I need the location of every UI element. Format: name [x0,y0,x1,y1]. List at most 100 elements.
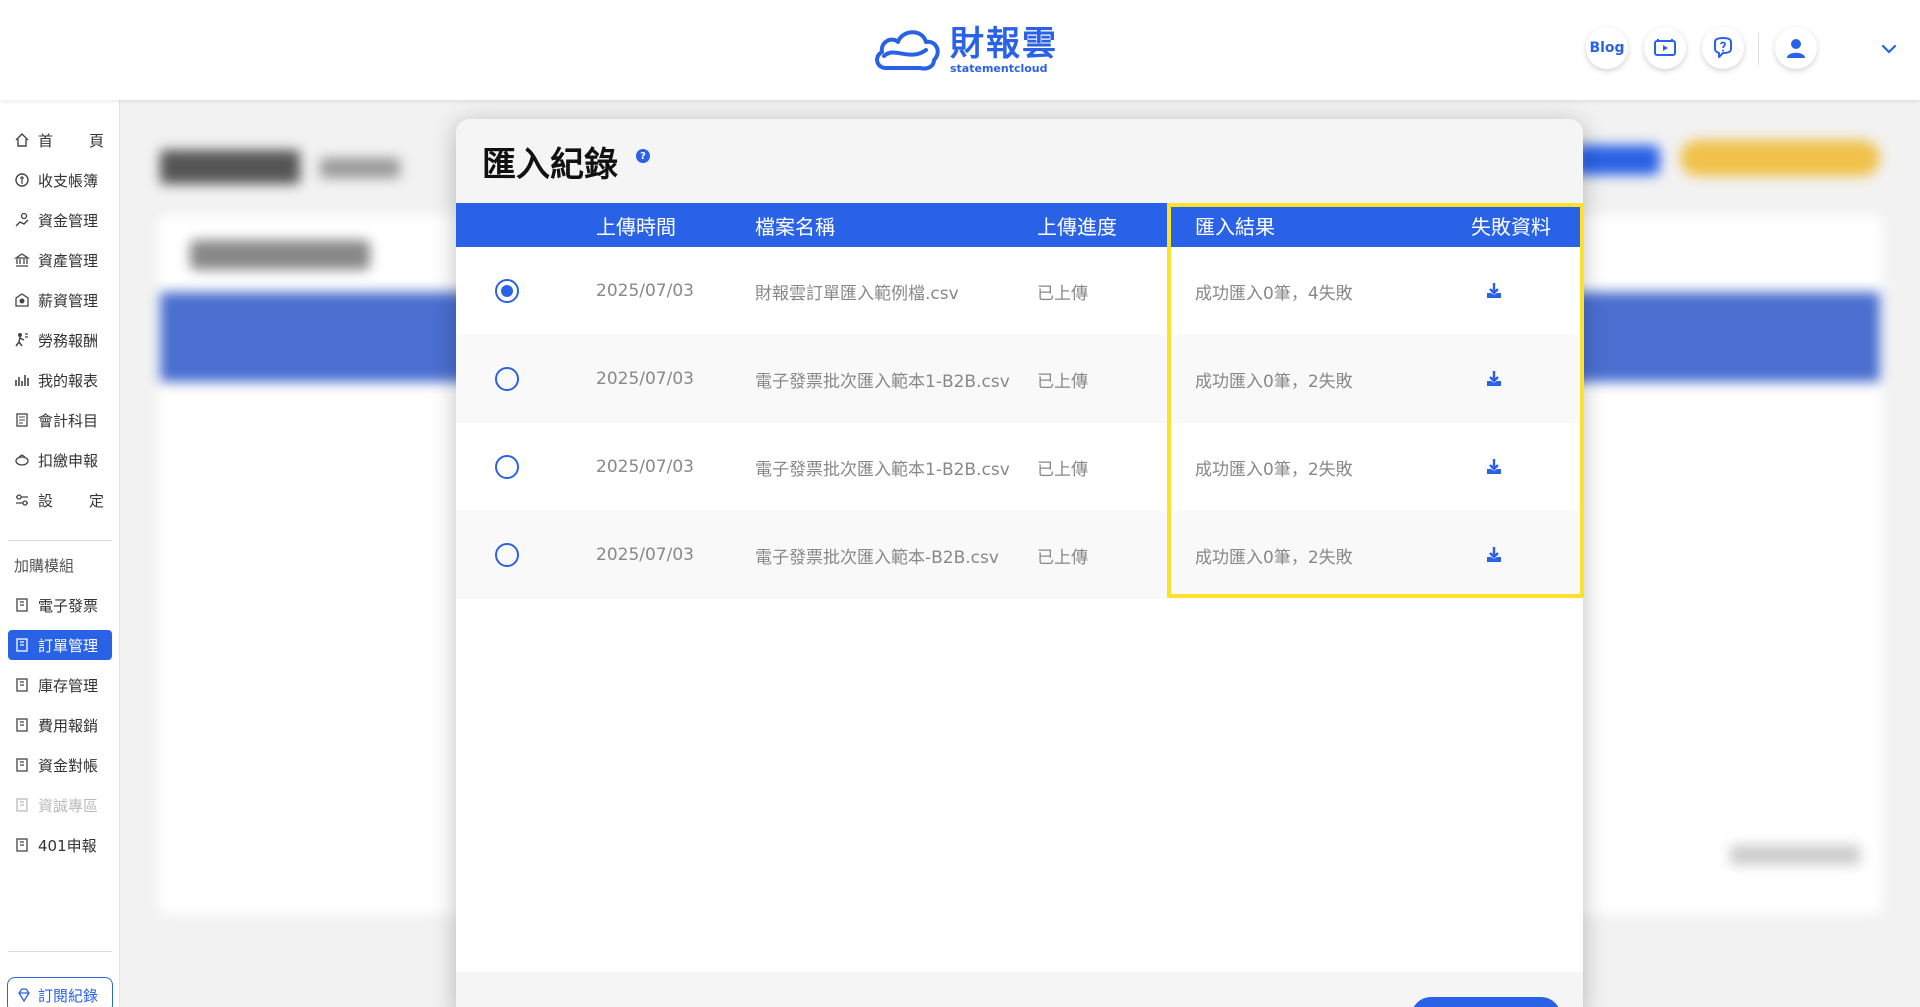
file-name-cell: 電子發票批次匯入範本1-B2B.csv [755,371,1010,392]
upload-progress-cell: 已上傳 [1037,371,1088,392]
sidebar-item-inventory[interactable]: 庫存管理 [8,670,112,700]
file-name-cell: 電子發票批次匯入範本-B2B.csv [755,547,999,568]
column-header-upload-time: 上傳時間 [596,214,676,239]
sidebar-item-label: 電子發票 [38,596,99,615]
coin-icon [15,173,29,187]
download-icon[interactable] [1484,281,1504,301]
sidebar-item-reconcile[interactable]: 資金對帳 [8,750,112,780]
video-tutorial-button[interactable] [1644,27,1686,69]
modal-confirm-button[interactable] [1411,997,1561,1007]
upload-time-cell: 2025/07/03 [596,369,694,389]
blurred-pagination [1730,845,1860,865]
download-icon[interactable] [1484,457,1504,477]
sidebar-item-labor[interactable]: 勞務報酬 [8,325,112,355]
logo[interactable]: 財報雲 statementcloud [870,22,1058,78]
sidebar-item-payroll[interactable]: 薪資管理 [8,285,112,315]
chat-question-icon [1714,37,1732,58]
module-icon [16,678,28,692]
sidebar-item-label: 資金對帳 [38,756,99,775]
column-header-failed-data: 失敗資料 [1471,214,1551,239]
sidebar-item-vat401[interactable]: 401申報 [8,830,112,860]
sidebar-item-label: 資產管理 [38,251,99,270]
subscription-record-button[interactable]: 訂閱紀錄 [7,977,113,1007]
module-icon [16,838,28,852]
payroll-icon [15,293,29,307]
sidebar-item-withholding[interactable]: 扣繳申報 [8,445,112,475]
sidebar-item-accounts[interactable]: 會計科目 [8,405,112,435]
video-icon [1654,39,1676,56]
table-row: 2025/07/03 電子發票批次匯入範本-B2B.csv 已上傳 成功匯入0筆… [456,511,1583,599]
logo-text-en: statementcloud [950,61,1048,75]
row-radio-button[interactable] [495,455,519,479]
column-header-select [456,203,596,247]
table-row: 2025/07/03 電子發票批次匯入範本1-B2B.csv 已上傳 成功匯入0… [456,423,1583,511]
module-icon [16,718,28,732]
module-icon [16,598,28,612]
sidebar-item-label: 扣繳申報 [38,451,99,470]
chart-icon [15,375,29,386]
sidebar-item-security: 資誠專區 [8,790,112,820]
table-header-row: 上傳時間 檔案名稱 上傳進度 匯入結果 失敗資料 [456,203,1583,247]
row-radio-button[interactable] [495,367,519,391]
import-record-modal: 匯入紀錄 ? 上傳時間 檔案名稱 上傳進度 匯入結果 失敗資料 2025/07/… [456,119,1583,1007]
diamond-icon [18,988,30,1003]
module-icon [16,758,28,772]
labor-icon [15,333,28,347]
sidebar-item-label: 首頁 [38,131,104,150]
download-icon[interactable] [1484,369,1504,389]
header-divider [1758,33,1759,65]
sidebar-item-reports[interactable]: 我的報表 [8,365,112,395]
column-header-file-name: 檔案名稱 [755,214,835,239]
sidebar-item-home[interactable]: 首頁 [8,125,112,155]
blurred-action-button [1680,140,1880,176]
import-record-table: 上傳時間 檔案名稱 上傳進度 匯入結果 失敗資料 2025/07/03 財報雲訂… [456,203,1583,599]
upload-time-cell: 2025/07/03 [596,545,694,565]
column-header-upload-progress: 上傳進度 [1037,214,1117,239]
chevron-down-icon[interactable] [1880,40,1898,58]
sidebar-divider [8,951,112,952]
sidebar-item-label: 勞務報酬 [38,331,99,350]
piggy-icon [15,454,29,466]
upload-progress-cell: 已上傳 [1037,547,1088,568]
sidebar-item-funds[interactable]: 資金管理 [8,205,112,235]
sidebar-item-label: 薪資管理 [38,291,99,310]
import-result-cell: 成功匯入0筆，4失敗 [1195,283,1353,304]
logo-text-cn: 財報雲 [950,23,1058,64]
bank-icon [14,253,30,267]
blog-button[interactable]: Blog [1586,27,1628,69]
sidebar-item-label: 401申報 [38,836,97,855]
sidebar-item-label: 收支帳簿 [38,171,99,190]
download-icon[interactable] [1484,545,1504,565]
book-icon [16,413,28,427]
sidebar-item-expense[interactable]: 費用報銷 [8,710,112,740]
upload-time-cell: 2025/07/03 [596,281,694,301]
row-radio-button[interactable] [495,279,519,303]
column-header-import-result: 匯入結果 [1195,214,1275,239]
module-icon [16,798,28,812]
modal-title: 匯入紀錄 [482,144,618,185]
sidebar-item-orders[interactable]: 訂單管理 [8,630,112,660]
row-radio-button[interactable] [495,543,519,567]
sidebar-item-label: 資誠專區 [38,796,99,815]
sidebar-item-label: 會計科目 [38,411,99,430]
blurred-primary-button [1575,145,1660,175]
customer-service-button[interactable] [1702,27,1744,69]
sidebar-item-label: 費用報銷 [38,716,99,735]
sidebar-item-settings[interactable]: 設定 [8,485,112,515]
table-row: 2025/07/03 電子發票批次匯入範本1-B2B.csv 已上傳 成功匯入0… [456,335,1583,423]
sidebar-item-einvoice[interactable]: 電子發票 [8,590,112,620]
user-avatar-button[interactable] [1775,27,1817,69]
sidebar-section-title: 加購模組 [14,557,75,575]
sidebar-item-assets[interactable]: 資產管理 [8,245,112,275]
upload-progress-cell: 已上傳 [1037,459,1088,480]
modal-header: 匯入紀錄 ? [456,119,1583,203]
sidebar-item-ledger[interactable]: 收支帳簿 [8,165,112,195]
sidebar: 首頁 收支帳簿 資金管理 資產管理 薪資管理 勞務報酬 我的報表 會計科目 扣繳… [0,100,120,1007]
upload-time-cell: 2025/07/03 [596,457,694,477]
help-icon[interactable]: ? [636,149,650,163]
cloud-logo-icon [875,30,940,71]
sidebar-divider [8,540,112,541]
blurred-search-box [190,240,370,270]
sliders-icon [16,494,28,506]
sidebar-item-label: 庫存管理 [38,676,99,695]
